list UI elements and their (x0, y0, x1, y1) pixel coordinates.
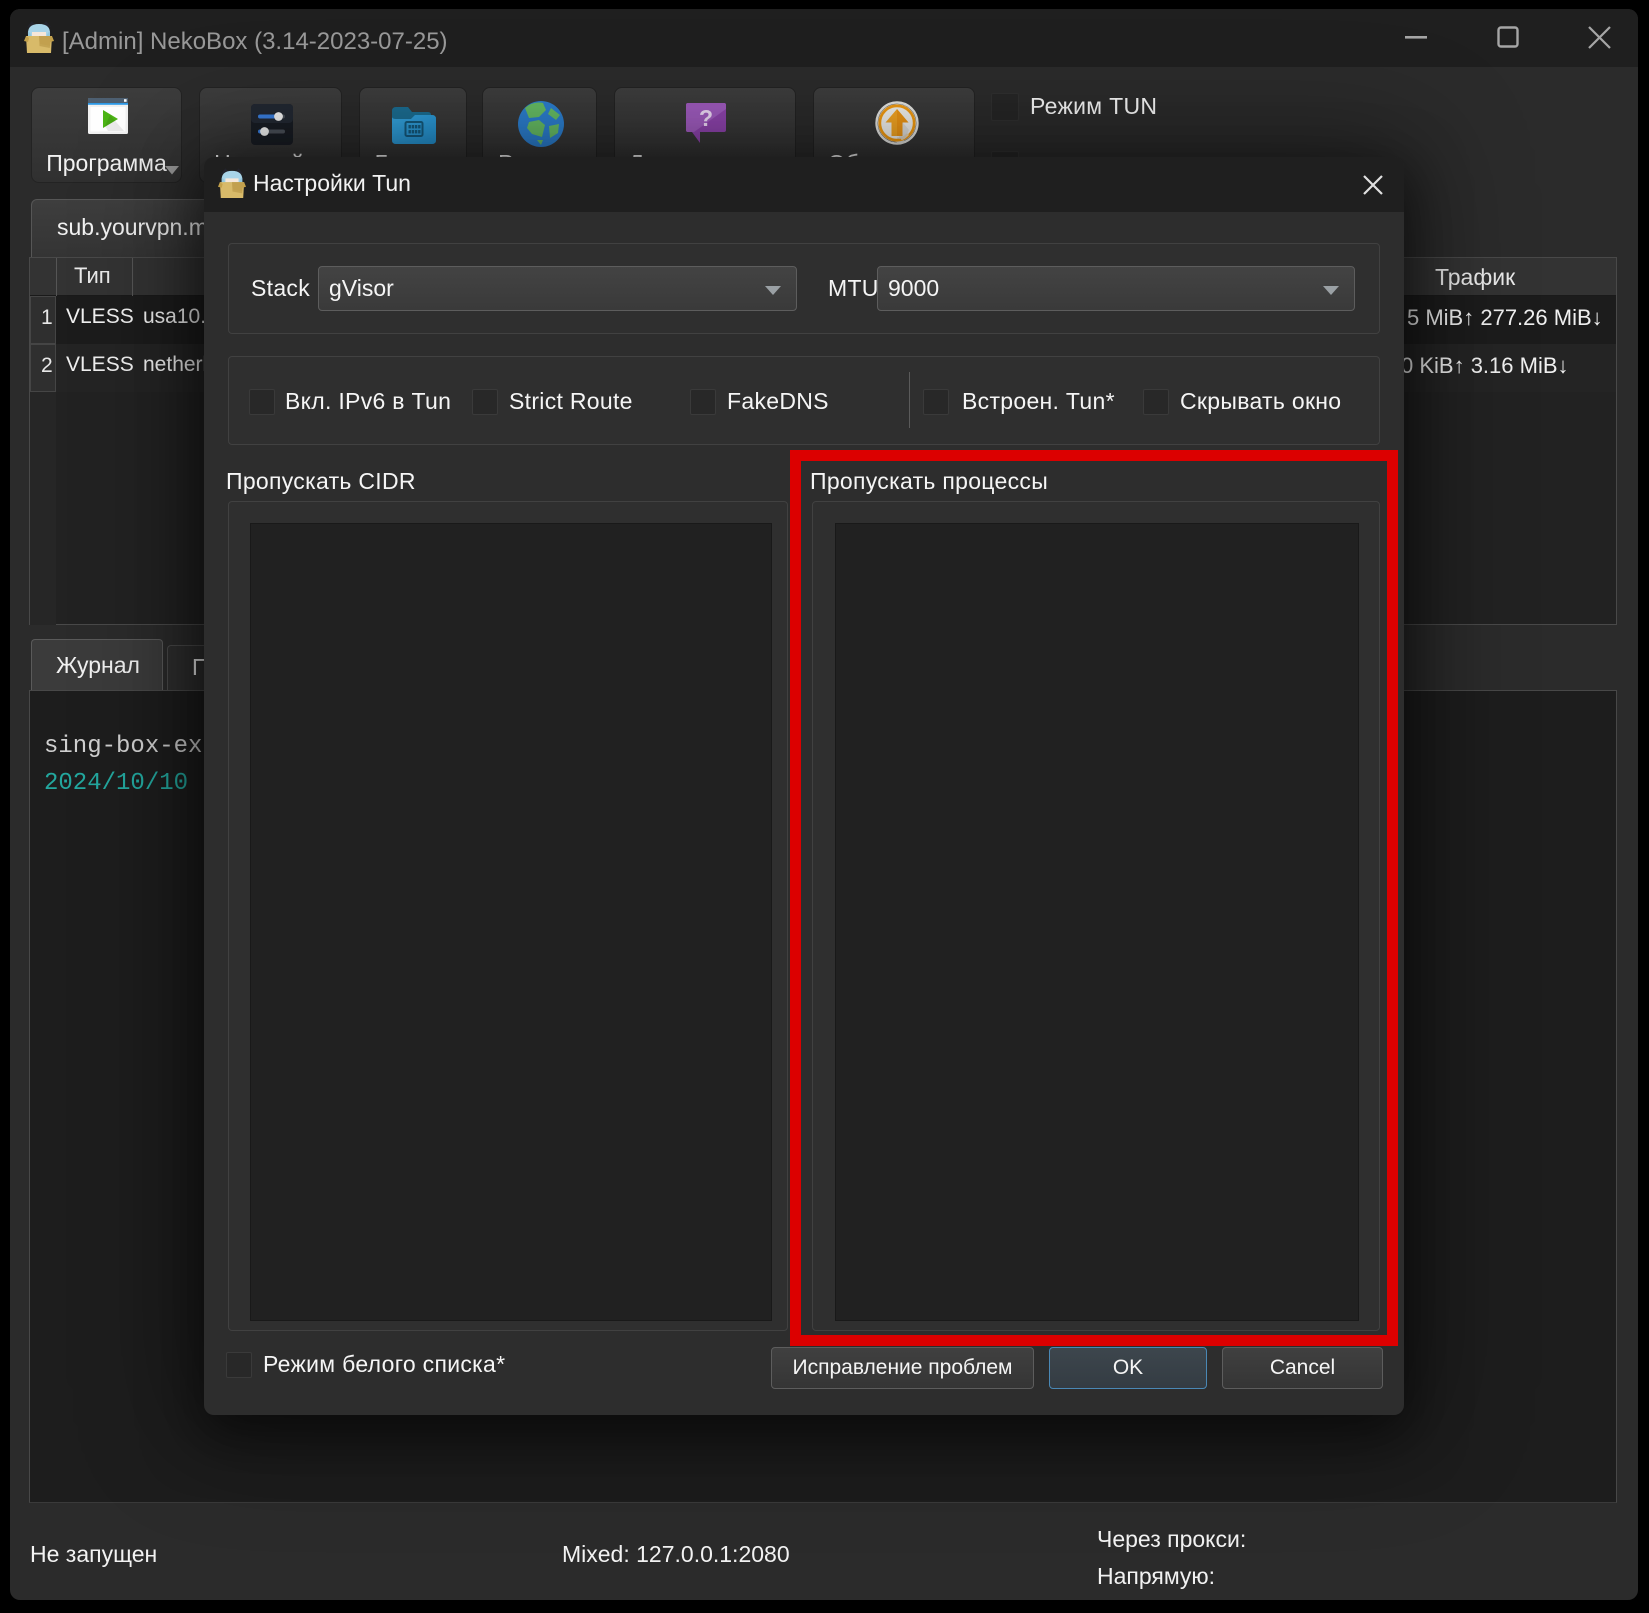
svg-text:?: ? (699, 105, 713, 131)
